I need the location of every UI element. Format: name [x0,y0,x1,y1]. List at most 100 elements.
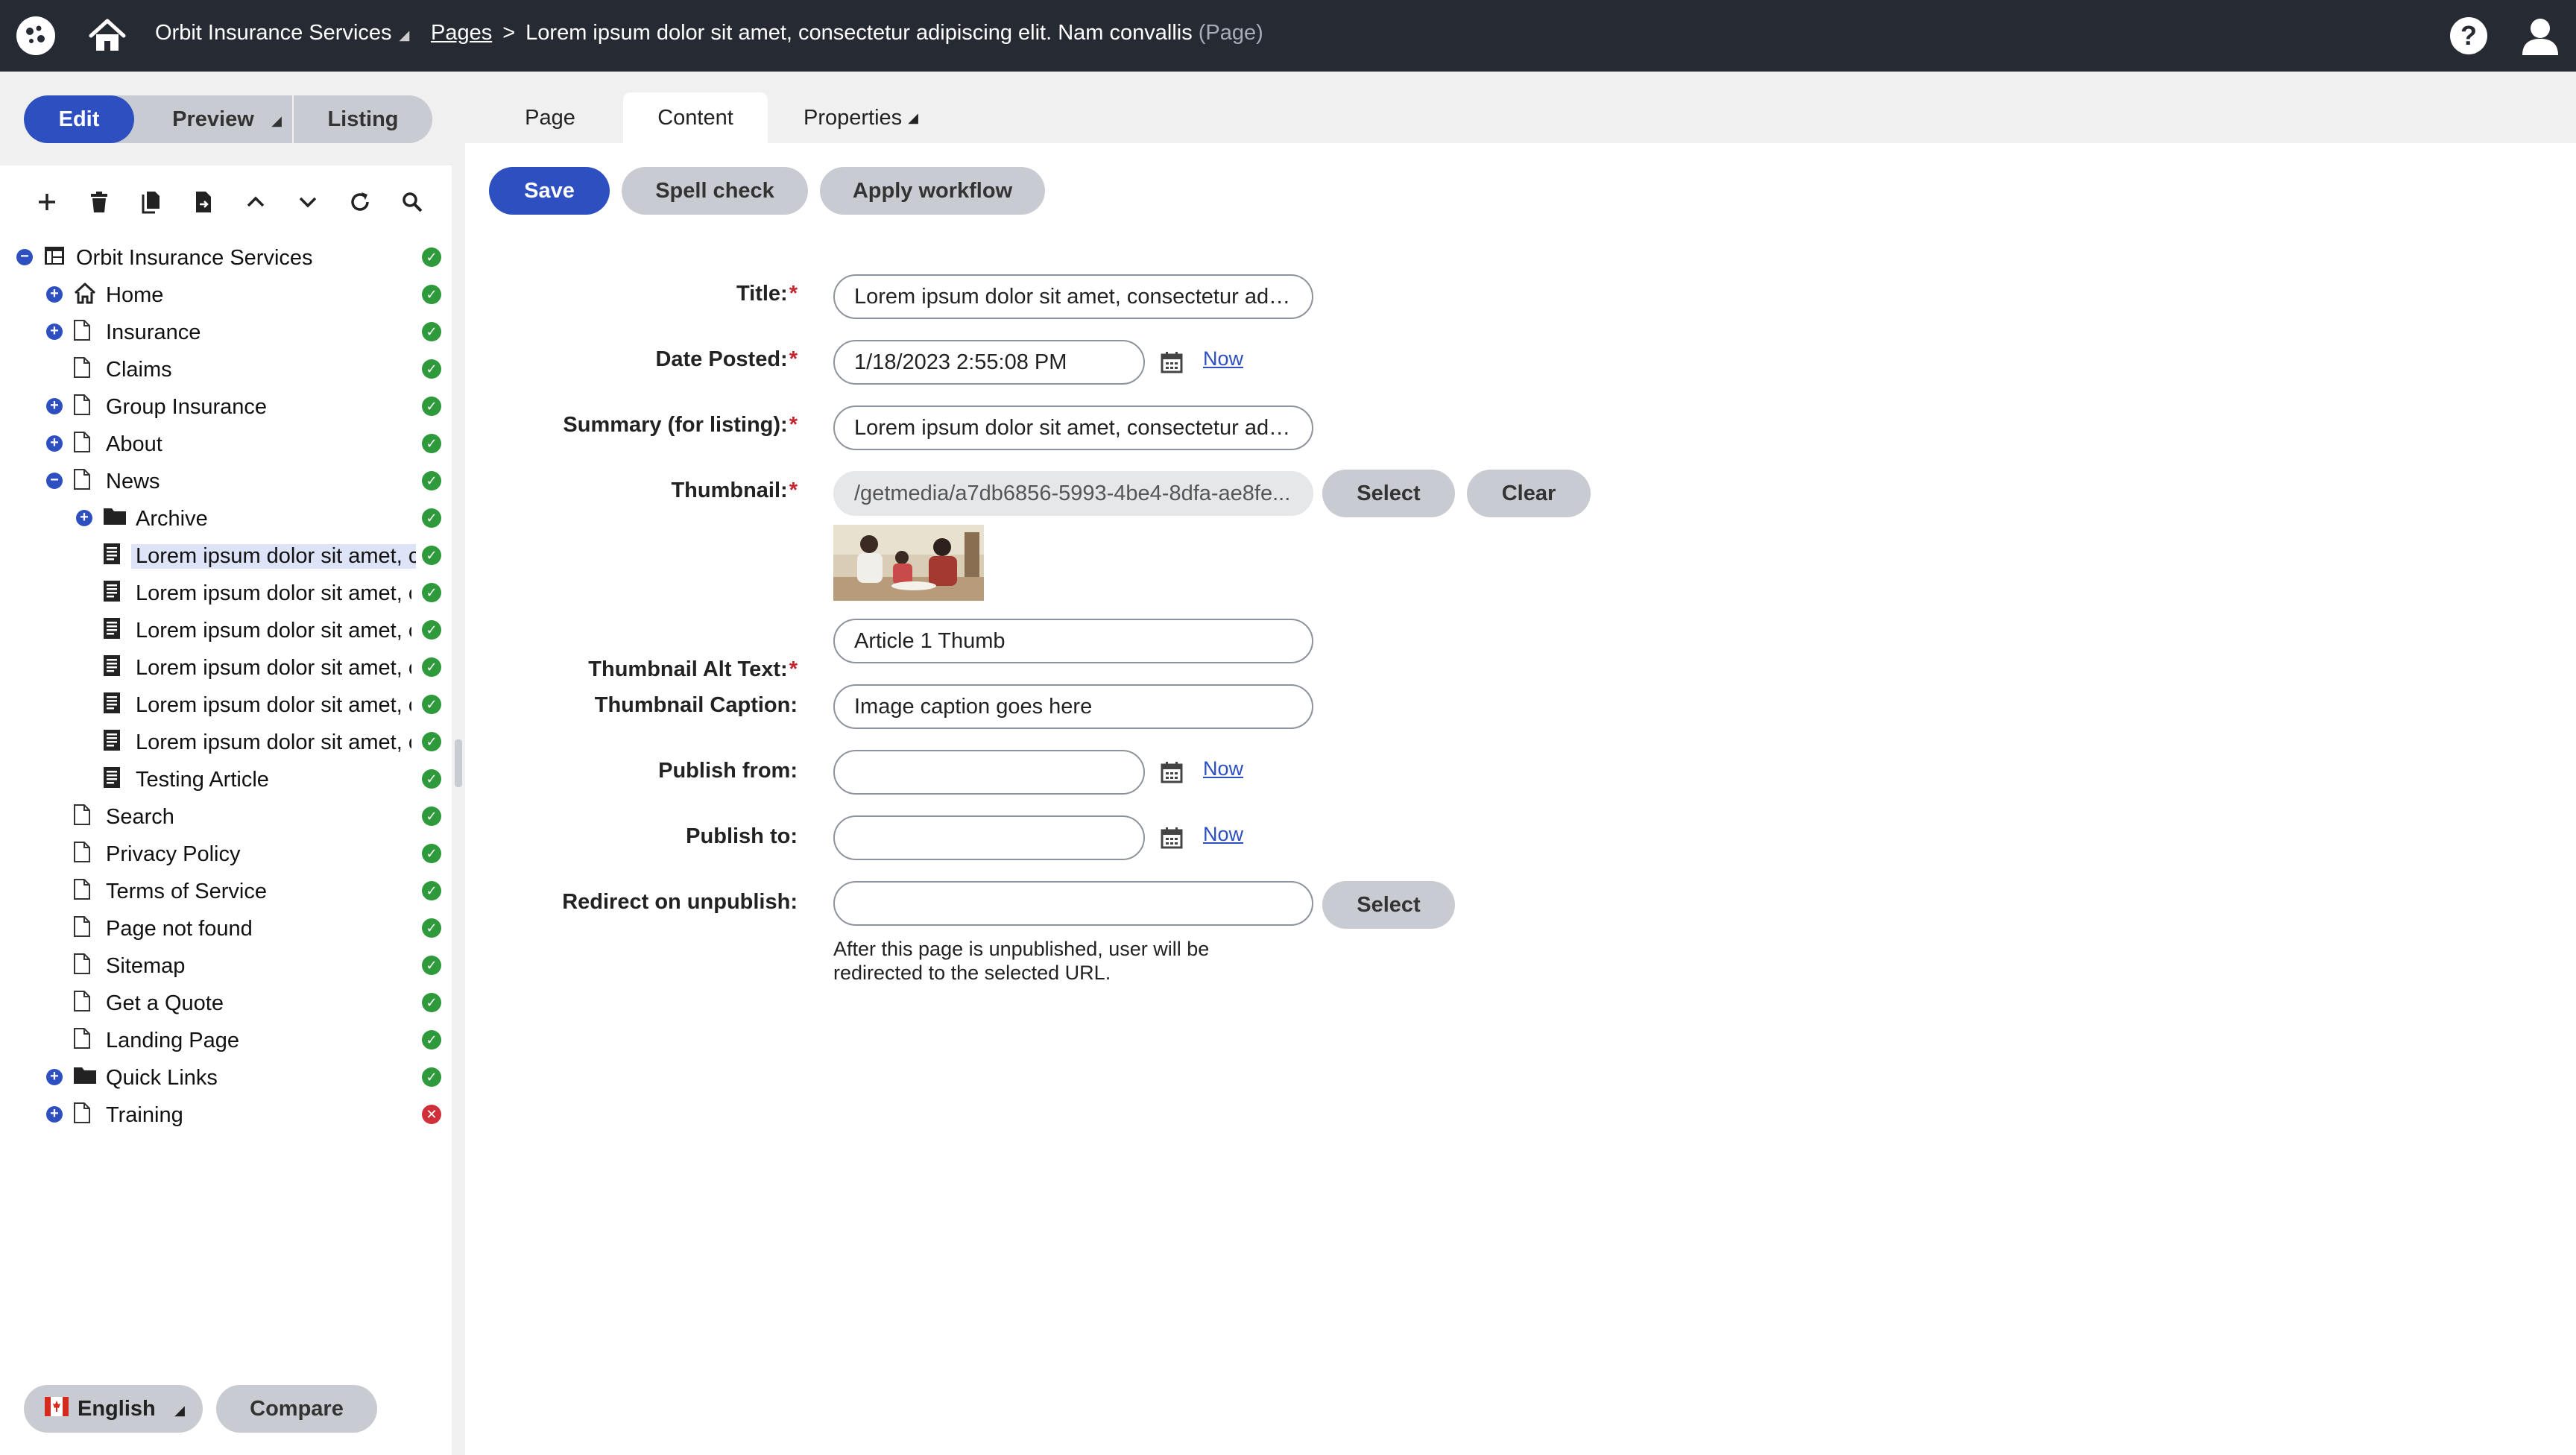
site-selector[interactable]: Orbit Insurance Services ◢ [155,21,409,45]
tree-node-label[interactable]: Search [106,805,174,830]
title-input[interactable]: Lorem ipsum dolor sit amet, consectetur … [833,274,1313,319]
thumbnail-alt-input[interactable]: Article 1 Thumb [833,619,1313,663]
calendar-icon[interactable] [1160,760,1184,784]
expand-node-icon[interactable]: + [46,323,63,340]
expand-node-icon[interactable]: + [46,435,63,452]
tree-node-label[interactable]: Get a Quote [106,991,224,1016]
compare-button[interactable]: Compare [216,1385,377,1433]
tree-node[interactable]: Lorem ipsum dolor sit amet, c ✓ [0,723,452,760]
redirect-input[interactable] [833,881,1313,926]
tab-page[interactable]: Page [477,92,623,143]
expand-node-icon[interactable]: + [76,510,92,526]
expand-node-icon[interactable]: + [46,1106,63,1123]
user-icon[interactable] [2518,13,2563,58]
apply-workflow-button[interactable]: Apply workflow [820,167,1045,215]
date-posted-now-link[interactable]: Now [1203,347,1243,370]
tree-node[interactable]: Landing Page ✓ [0,1021,452,1058]
tree-node-label[interactable]: Home [106,283,163,308]
tree-node[interactable]: + Quick Links ✓ [0,1058,452,1096]
tree-node-label[interactable]: Insurance [106,321,201,345]
tree-node[interactable]: + Home ✓ [0,276,452,313]
expand-node-icon[interactable]: + [46,398,63,414]
thumbnail-select-button[interactable]: Select [1322,470,1455,517]
refresh-icon[interactable] [334,183,386,221]
collapse-node-icon[interactable]: − [46,473,63,489]
tree-node-label[interactable]: Lorem ipsum dolor sit amet, c [136,693,411,718]
tree-node[interactable]: Get a Quote ✓ [0,984,452,1021]
calendar-icon[interactable] [1160,826,1184,850]
tree-node-label[interactable]: Lorem ipsum dolor sit amet, c [136,656,411,681]
date-posted-input[interactable]: 1/18/2023 2:55:08 PM [833,340,1145,385]
collapse-node-icon[interactable]: − [16,249,33,265]
app-logo-icon[interactable] [16,16,55,55]
expand-node-icon[interactable]: + [46,286,63,303]
tree-node[interactable]: Terms of Service ✓ [0,872,452,909]
save-button[interactable]: Save [489,167,610,215]
tree-node[interactable]: + Insurance ✓ [0,313,452,350]
tree-node[interactable]: − News ✓ [0,462,452,499]
tree-node-label[interactable]: Lorem ipsum dolor sit amet, c [136,581,411,606]
tab-properties[interactable]: Properties ◢ [768,92,954,143]
thumbnail-clear-button[interactable]: Clear [1467,470,1591,517]
redirect-select-button[interactable]: Select [1322,881,1455,929]
listing-mode-button[interactable]: Listing [294,95,432,143]
tree-node[interactable]: − Orbit Insurance Services ✓ [0,239,452,276]
publish-from-input[interactable] [833,750,1145,795]
move-up-icon[interactable] [230,183,282,221]
tree-node-label[interactable]: Orbit Insurance Services [76,246,313,271]
tree-node-label[interactable]: Sitemap [106,954,185,979]
breadcrumb-pages-link[interactable]: Pages [431,21,492,45]
tree-node[interactable]: Lorem ipsum dolor sit amet, c ✓ [0,648,452,686]
add-icon[interactable] [21,183,73,221]
tree-node-label[interactable]: Archive [136,507,208,531]
tree-node[interactable]: Lorem ipsum dolor sit amet, c ✓ [0,574,452,611]
tree-node[interactable]: + About ✓ [0,425,452,462]
tree-node[interactable]: + Archive ✓ [0,499,452,537]
preview-mode-button[interactable]: Preview ◢ [134,95,294,143]
publish-from-now-link[interactable]: Now [1203,757,1243,780]
tree-node[interactable]: Testing Article ✓ [0,760,452,798]
tree-node[interactable]: + Group Insurance ✓ [0,388,452,425]
tree-node[interactable]: Page not found ✓ [0,909,452,947]
tree-node-label[interactable]: Page not found [106,917,253,941]
publish-to-now-link[interactable]: Now [1203,823,1243,846]
move-down-icon[interactable] [282,183,334,221]
summary-input[interactable]: Lorem ipsum dolor sit amet, consectetur … [833,405,1313,450]
tree-node[interactable]: Sitemap ✓ [0,947,452,984]
thumbnail-caption-input[interactable]: Image caption goes here [833,684,1313,729]
tree-node[interactable]: Lorem ipsum dolor sit amet, c ✓ [0,686,452,723]
tree-node-label[interactable]: Testing Article [136,768,269,792]
home-icon[interactable] [86,15,128,57]
tree-node[interactable]: Search ✓ [0,798,452,835]
tree-node[interactable]: Lorem ipsum dolor sit amet, c ✓ [0,537,452,574]
tab-content[interactable]: Content [623,92,768,143]
delete-icon[interactable] [73,183,125,221]
tree-node-label[interactable]: News [106,470,160,494]
tree-node-label[interactable]: Group Insurance [106,395,267,420]
tree-node[interactable]: Claims ✓ [0,350,452,388]
tree-node-label[interactable]: Lorem ipsum dolor sit amet, c [136,730,411,755]
tree-node-label[interactable]: Quick Links [106,1066,218,1091]
tree-node[interactable]: + Training ✕ [0,1096,452,1133]
edit-mode-button[interactable]: Edit [24,95,134,143]
tree-node-label[interactable]: Landing Page [106,1029,239,1053]
help-icon[interactable]: ? [2448,15,2490,57]
tree-node-label[interactable]: About [106,432,162,457]
tree-node-label[interactable]: Training [106,1103,183,1128]
expand-node-icon[interactable]: + [46,1069,63,1085]
tree-node[interactable]: Privacy Policy ✓ [0,835,452,872]
spell-check-button[interactable]: Spell check [622,167,808,215]
tree-node-label[interactable]: Terms of Service [106,880,267,904]
copy-icon[interactable] [125,183,177,221]
tree-node-label[interactable]: Lorem ipsum dolor sit amet, c [131,544,416,569]
calendar-icon[interactable] [1160,350,1184,374]
tree-node-label[interactable]: Lorem ipsum dolor sit amet, c [136,619,411,643]
language-selector[interactable]: English ◢ [24,1385,203,1433]
tree-node-label[interactable]: Claims [106,358,172,382]
search-icon[interactable] [386,183,438,221]
publish-to-input[interactable] [833,815,1145,860]
move-icon[interactable] [177,183,230,221]
splitter-handle[interactable] [455,739,462,787]
tree-node[interactable]: Lorem ipsum dolor sit amet, c ✓ [0,611,452,648]
tree-node-label[interactable]: Privacy Policy [106,842,241,867]
